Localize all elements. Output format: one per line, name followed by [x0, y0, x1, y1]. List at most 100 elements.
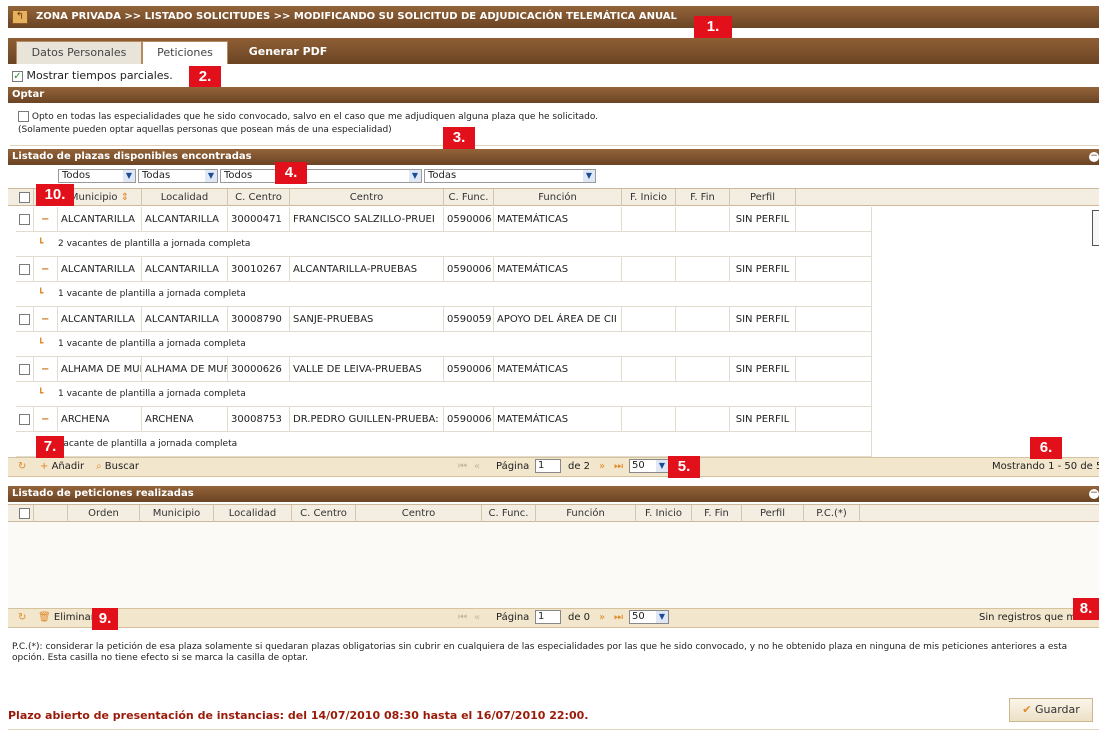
col-funcion[interactable]: Función — [494, 189, 622, 206]
page-input[interactable]: 1 — [535, 459, 561, 473]
table-row[interactable]: − ALCANTARILLA ALCANTARILLA 30010267 ALCANTA… — [16, 257, 871, 282]
marker-1: 1. — [694, 16, 732, 38]
col-municipio[interactable]: Municipio — [140, 505, 214, 522]
col-finicio[interactable]: F. Inicio — [636, 505, 692, 522]
divider — [8, 729, 1099, 730]
trash-icon: 🗑 — [38, 612, 51, 623]
cell-municipio: ARCHENA — [58, 407, 142, 432]
collapse-icon[interactable]: − — [1089, 152, 1099, 162]
realizadas-pager: ↻ 🗑 Eliminar ⏮ « Página 1 de 0 » ⏭ 50 ▼ S… — [8, 608, 1099, 628]
mostrar-tiempos-label: Mostrar tiempos parciales. — [26, 69, 173, 82]
optar-checkbox[interactable] — [18, 111, 29, 122]
col-cfunc[interactable]: C. Func. — [444, 189, 494, 206]
col-ccentro[interactable]: C. Centro — [292, 505, 356, 522]
scrollbar[interactable] — [1092, 210, 1099, 246]
delete-button[interactable]: 🗑 Eliminar — [38, 609, 95, 627]
row-checkbox[interactable] — [19, 263, 30, 275]
col-ffin[interactable]: F. Fin — [676, 189, 730, 206]
cell-perfil: SIN PERFIL — [730, 357, 796, 382]
refresh-icon[interactable]: ↻ — [18, 458, 26, 476]
cell-finicio — [622, 257, 676, 282]
table-row[interactable]: − ALCANTARILLA ALCANTARILLA 30000471 FRANCIS… — [16, 207, 871, 232]
first-page-icon[interactable]: ⏮ — [458, 458, 467, 476]
cell-funcion: MATEMÁTICAS — [494, 207, 622, 232]
col-perfil[interactable]: Perfil — [730, 189, 796, 206]
cell-finicio — [622, 307, 676, 332]
status-text: Sin registros que mo — [979, 612, 1083, 623]
collapse-row-icon[interactable]: − — [34, 357, 58, 382]
scroll-area[interactable] — [871, 207, 1099, 457]
row-checkbox[interactable] — [19, 363, 30, 375]
chevron-down-icon: ▼ — [123, 170, 135, 182]
mostrar-tiempos-checkbox[interactable]: ✓ — [12, 70, 23, 82]
realizadas-column-header: Orden Municipio Localidad C. Centro Cent… — [8, 504, 1099, 522]
cell-cfunc: 0590059 — [444, 307, 494, 332]
cell-localidad: ALCANTARILLA — [142, 207, 228, 232]
row-checkbox[interactable] — [19, 213, 30, 225]
col-localidad[interactable]: Localidad — [214, 505, 292, 522]
cell-ffin — [676, 257, 730, 282]
showing-count: Mostrando 1 - 50 de 55 — [992, 461, 1099, 472]
filter-funcion[interactable]: Todas ▼ — [424, 169, 596, 183]
collapse-row-icon[interactable]: − — [34, 257, 58, 282]
search-button[interactable]: ⌕ Buscar — [96, 458, 139, 476]
search-icon: ⌕ — [96, 461, 102, 472]
col-funcion[interactable]: Función — [536, 505, 636, 522]
last-page-icon[interactable]: ⏭ — [614, 609, 623, 627]
next-page-icon[interactable]: » — [599, 458, 605, 476]
per-page-select[interactable]: 50 ▼ — [629, 610, 669, 624]
table-row[interactable]: − ALCANTARILLA ALCANTARILLA 30008790 SANJE-P… — [16, 307, 871, 332]
prev-page-icon[interactable]: « — [474, 458, 480, 476]
table-row[interactable]: − ARCHENA ARCHENA 30008753 DR.PEDRO GUILLEN-… — [16, 407, 871, 432]
col-orden[interactable]: Orden — [68, 505, 140, 522]
table-row[interactable]: − ALHAMA DE MUF ALHAMA DE MUF 30000626 VALLE… — [16, 357, 871, 382]
col-localidad[interactable]: Localidad — [142, 189, 228, 206]
detail-text: vacante de plantilla a jornada completa — [58, 439, 238, 449]
col-centro[interactable]: Centro — [356, 505, 482, 522]
first-page-icon[interactable]: ⏮ — [458, 609, 467, 627]
back-arrow-icon[interactable]: ↰ — [12, 10, 28, 24]
cell-municipio: ALCANTARILLA — [58, 207, 142, 232]
row-checkbox[interactable] — [19, 413, 30, 425]
collapse-row-icon[interactable]: − — [34, 207, 58, 232]
cell-localidad: ALCANTARILLA — [142, 307, 228, 332]
cell-funcion: MATEMÁTICAS — [494, 407, 622, 432]
select-all-checkbox[interactable] — [19, 191, 30, 203]
filter-municipio[interactable]: Todos ▼ — [58, 169, 136, 183]
col-finicio[interactable]: F. Inicio — [622, 189, 676, 206]
collapse-icon[interactable]: − — [1089, 489, 1099, 499]
cell-localidad: ARCHENA — [142, 407, 228, 432]
cell-municipio: ALCANTARILLA — [58, 307, 142, 332]
col-centro[interactable]: Centro — [290, 189, 444, 206]
marker-8: 7. — [36, 436, 64, 458]
per-page-select[interactable]: 50 ▼ — [629, 459, 669, 473]
refresh-icon[interactable]: ↻ — [18, 609, 26, 627]
tab-peticiones[interactable]: Peticiones — [142, 41, 228, 64]
tab-generar-pdf[interactable]: Generar PDF — [238, 41, 338, 64]
filter-centro[interactable]: Todos ▼ — [220, 169, 422, 183]
last-page-icon[interactable]: ⏭ — [614, 458, 623, 476]
col-ffin[interactable]: F. Fin — [692, 505, 742, 522]
prev-page-icon[interactable]: « — [474, 609, 480, 627]
col-perfil[interactable]: Perfil — [742, 505, 804, 522]
select-all-peticiones-checkbox[interactable] — [19, 507, 30, 519]
row-checkbox[interactable] — [19, 313, 30, 325]
collapse-row-icon[interactable]: − — [34, 307, 58, 332]
optar-title: Optar — [12, 89, 45, 100]
detail-text: 1 vacante de plantilla a jornada complet… — [58, 289, 246, 299]
tab-datos-personales[interactable]: Datos Personales — [16, 41, 142, 64]
filter-localidad[interactable]: Todas ▼ — [138, 169, 218, 183]
realizadas-empty-body — [8, 522, 1099, 608]
row-detail: ┗vacante de plantilla a jornada completa — [16, 432, 871, 457]
col-cfunc[interactable]: C. Func. — [482, 505, 536, 522]
cell-finicio — [622, 357, 676, 382]
add-button[interactable]: + Añadir — [40, 458, 84, 476]
col-pc[interactable]: P.C.(*) — [804, 505, 860, 522]
cell-ffin — [676, 407, 730, 432]
marker-7: 8. — [1073, 598, 1099, 620]
next-page-icon[interactable]: » — [599, 609, 605, 627]
page-input[interactable]: 1 — [535, 610, 561, 624]
marker-5: 5. — [668, 456, 700, 478]
collapse-row-icon[interactable]: − — [34, 407, 58, 432]
col-ccentro[interactable]: C. Centro — [228, 189, 290, 206]
